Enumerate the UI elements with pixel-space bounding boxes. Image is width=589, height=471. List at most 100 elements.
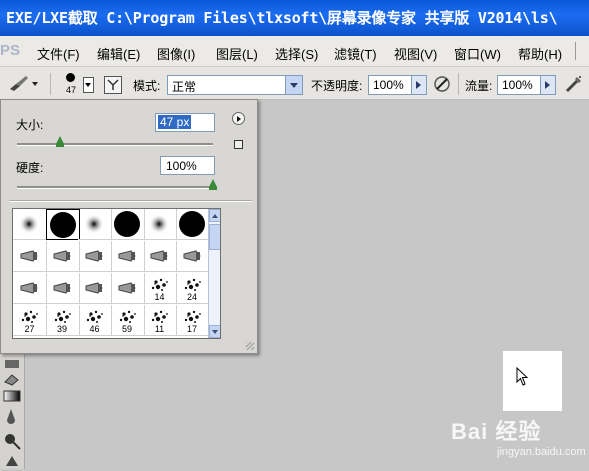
- brush-preset-cell[interactable]: 39: [45, 305, 80, 336]
- brush-preset-cell[interactable]: [110, 241, 145, 272]
- brush-preset-cell[interactable]: 11: [143, 305, 177, 336]
- brush-preset-cell[interactable]: 46: [78, 305, 112, 336]
- menu-image[interactable]: 图像(I): [157, 44, 195, 63]
- brush-preview[interactable]: 47: [60, 71, 82, 97]
- menu-layer[interactable]: 图层(L): [216, 44, 258, 63]
- airbrush-icon[interactable]: [564, 74, 584, 97]
- brush-tip-icon: [84, 214, 104, 234]
- gradient-tool-icon[interactable]: [2, 389, 22, 406]
- scroll-up-icon[interactable]: [209, 209, 220, 222]
- hardness-input[interactable]: 100%: [160, 156, 215, 175]
- scroll-thumb[interactable]: [209, 224, 220, 250]
- brush-preset-size: 46: [89, 324, 100, 334]
- size-slider-thumb[interactable]: [56, 136, 65, 147]
- menu-filter[interactable]: 滤镜(T): [334, 44, 377, 63]
- opacity-slider-button[interactable]: [411, 75, 427, 95]
- brush-tip-icon: [118, 282, 136, 294]
- hardness-value: 100%: [166, 159, 197, 173]
- brush-preset-cell[interactable]: 27: [13, 305, 47, 336]
- scroll-down-icon[interactable]: [209, 325, 220, 338]
- brush-preset-cell[interactable]: [78, 209, 112, 240]
- brush-panel-toggle-icon[interactable]: [104, 76, 122, 94]
- options-bar: 47 模式: 正常 不透明度: 100% 流量: 100%: [0, 67, 589, 100]
- brush-preset-picker: 大小: 47 px 硬度: 100% 14 24 27 39 46 59 11 17: [0, 99, 258, 354]
- panel-resize-grip[interactable]: [246, 342, 254, 350]
- brush-tip-icon: [53, 250, 71, 262]
- brush-tip-icon: [85, 282, 103, 294]
- brush-presets-list[interactable]: 14 24 27 39 46 59 11 17: [12, 208, 221, 339]
- size-label: 大小:: [16, 118, 44, 132]
- brush-preset-cell[interactable]: [45, 241, 80, 272]
- size-input[interactable]: 47 px: [155, 113, 215, 132]
- menu-window[interactable]: 窗口(W): [454, 44, 501, 63]
- brush-preset-cell[interactable]: 24: [175, 273, 210, 304]
- brush-preset-cell[interactable]: 59: [110, 305, 145, 336]
- brush-tip-icon: [183, 250, 201, 262]
- brush-preset-cell[interactable]: [110, 209, 145, 240]
- brush-preset-cell[interactable]: [13, 273, 47, 304]
- brush-preset-cell[interactable]: [143, 241, 177, 272]
- panel-divider: [9, 200, 252, 202]
- size-slider-track[interactable]: [17, 143, 213, 146]
- mode-select[interactable]: 正常: [167, 75, 303, 95]
- menu-file[interactable]: 文件(F): [37, 44, 80, 63]
- flow-slider-button[interactable]: [540, 75, 556, 95]
- brush-picker-dropdown[interactable]: [83, 77, 94, 93]
- window-title-bar[interactable]: EXE/LXE截取 C:\Program Files\tlxsoft\屏幕录像专…: [0, 0, 589, 36]
- brush-tip-icon: [149, 214, 169, 234]
- brush-preset-size: 39: [56, 324, 67, 334]
- brush-preset-size: 59: [121, 324, 132, 334]
- eraser-tool-icon[interactable]: [3, 372, 21, 389]
- brush-preset-cell[interactable]: [13, 241, 47, 272]
- menu-divider: [575, 42, 576, 60]
- chevron-down-icon: [85, 83, 91, 87]
- brush-preset-cell[interactable]: [78, 241, 112, 272]
- brush-preset-size: 17: [186, 324, 197, 334]
- options-separator: [458, 73, 459, 95]
- brush-tip-icon: [118, 250, 136, 262]
- hardness-slider-thumb[interactable]: [209, 179, 217, 190]
- mode-label: 模式:: [133, 79, 161, 93]
- brush-tip-icon: [20, 282, 38, 294]
- sharpen-tool-icon[interactable]: [3, 408, 19, 429]
- flow-value: 100%: [502, 78, 533, 92]
- chevron-down-icon[interactable]: [285, 76, 302, 94]
- brush-tip-icon: [20, 250, 38, 262]
- pen-tool-icon[interactable]: [4, 454, 20, 471]
- brush-preset-cell[interactable]: 14: [143, 273, 177, 304]
- brush-preset-cell[interactable]: [110, 273, 145, 304]
- window-title: EXE/LXE截取 C:\Program Files\tlxsoft\屏幕录像专…: [6, 9, 558, 27]
- brush-preset-cell[interactable]: [78, 273, 112, 304]
- brush-tip-icon: [113, 211, 140, 237]
- hardness-slider-track[interactable]: [17, 186, 213, 189]
- brush-tip-icon: [19, 214, 39, 234]
- menu-select[interactable]: 选择(S): [275, 44, 318, 63]
- menu-edit[interactable]: 编辑(E): [97, 44, 140, 63]
- panel-menu-icon[interactable]: [232, 112, 245, 125]
- brush-preset-cell[interactable]: [13, 209, 47, 240]
- brush-preset-size: 24: [186, 292, 197, 302]
- brush-preset-cell[interactable]: [143, 209, 177, 240]
- app-logo: PS: [0, 42, 21, 59]
- mode-value: 正常: [172, 80, 197, 94]
- brush-preset-cell[interactable]: [45, 209, 80, 240]
- flow-input[interactable]: 100%: [497, 75, 541, 95]
- opacity-input[interactable]: 100%: [368, 75, 412, 95]
- brush-tip-icon: [53, 282, 71, 294]
- dodge-tool-icon[interactable]: [2, 431, 22, 454]
- canvas-document[interactable]: [503, 351, 562, 411]
- brush-preset-cell[interactable]: [45, 273, 80, 304]
- new-preset-icon[interactable]: [234, 140, 243, 149]
- presets-scrollbar[interactable]: [208, 209, 220, 338]
- opacity-label: 不透明度:: [311, 79, 363, 93]
- brush-tool-icon[interactable]: [8, 74, 38, 95]
- tablet-pressure-opacity-icon[interactable]: [433, 75, 451, 96]
- menu-view[interactable]: 视图(V): [394, 44, 437, 63]
- blur-tool-icon[interactable]: [4, 358, 20, 373]
- brush-preset-cell[interactable]: [175, 209, 210, 240]
- menu-help[interactable]: 帮助(H): [518, 44, 562, 63]
- brush-tip-icon: [85, 250, 103, 262]
- brush-preset-cell[interactable]: 17: [175, 305, 210, 336]
- brush-preset-cell[interactable]: [175, 241, 210, 272]
- size-value: 47 px: [158, 115, 192, 129]
